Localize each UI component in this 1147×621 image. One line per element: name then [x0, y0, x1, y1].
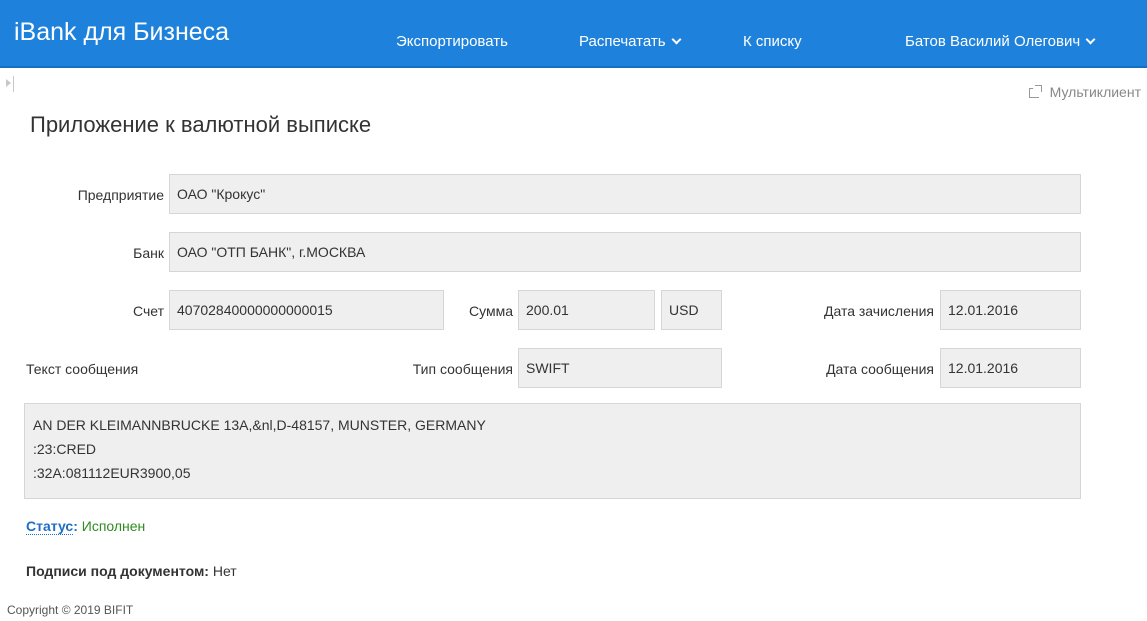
page-title: Приложение к валютной выписке	[30, 112, 372, 137]
user-menu-button[interactable]: Батов Василий Олегович	[905, 33, 1096, 50]
message-text-area[interactable]: AN DER KLEIMANNBRUCKE 13A,&nl,D-48157, M…	[24, 403, 1081, 499]
amount-label: Сумма	[469, 303, 513, 319]
message-line: :23:CRED	[33, 441, 97, 457]
bank-field[interactable]: ОАО "ОТП БАНК", г.МОСКВА	[169, 232, 1081, 272]
message-date-field[interactable]: 12.01.2016	[940, 348, 1081, 388]
bank-label: Банк	[133, 245, 164, 261]
status-colon: :	[73, 518, 78, 534]
to-list-button[interactable]: К списку	[743, 33, 802, 50]
signatures-label: Подписи под документом:	[26, 563, 209, 579]
multiclient-label: Мультиклиент	[1049, 84, 1141, 100]
message-date-label: Дата сообщения	[826, 361, 934, 377]
message-line: AN DER KLEIMANNBRUCKE 13A,&nl,D-48157, M…	[33, 417, 486, 433]
message-line: :32A:081112EUR3900,05	[33, 465, 191, 481]
to-list-label: К списку	[743, 33, 802, 50]
export-menu-button[interactable]: Экспортировать	[396, 33, 508, 50]
copyright-text: Copyright © 2019 BIFIT	[7, 603, 134, 617]
multiclient-link[interactable]: Мультиклиент	[1028, 84, 1141, 100]
status-value: Исполнен	[81, 518, 146, 534]
print-menu-button[interactable]: Распечатать	[579, 33, 681, 50]
chevron-down-icon	[671, 34, 681, 45]
signatures-value: Нет	[212, 563, 237, 579]
enterprise-label: Предприятие	[77, 187, 164, 203]
status-link[interactable]: Статус	[26, 518, 74, 535]
currency-field[interactable]: USD	[661, 290, 722, 330]
user-name-label: Батов Василий Олегович	[905, 33, 1081, 50]
message-type-label: Тип сообщения	[412, 361, 513, 377]
account-field[interactable]: 40702840000000000015	[169, 290, 444, 330]
account-label: Счет	[133, 303, 164, 319]
print-label: Распечатать	[579, 33, 666, 50]
enterprise-field[interactable]: ОАО "Крокус"	[169, 174, 1081, 214]
external-link-icon	[1028, 85, 1042, 98]
credit-date-label: Дата зачисления	[824, 303, 934, 319]
message-text-label: Текст сообщения	[26, 361, 139, 377]
amount-field[interactable]: 200.01	[518, 290, 655, 330]
message-type-field[interactable]: SWIFT	[518, 348, 722, 388]
signatures-row: Подписи под документом: Нет	[26, 563, 237, 579]
status-row: Статус: Исполнен	[26, 518, 146, 535]
expand-sidebar-icon[interactable]	[6, 76, 16, 92]
credit-date-field[interactable]: 12.01.2016	[940, 290, 1081, 330]
top-navigation-bar: iBank для Бизнеса Экспортировать Распеча…	[0, 0, 1147, 68]
chevron-down-icon	[1085, 34, 1096, 45]
export-label: Экспортировать	[396, 33, 508, 50]
brand-logo[interactable]: iBank для Бизнеса	[14, 18, 229, 47]
